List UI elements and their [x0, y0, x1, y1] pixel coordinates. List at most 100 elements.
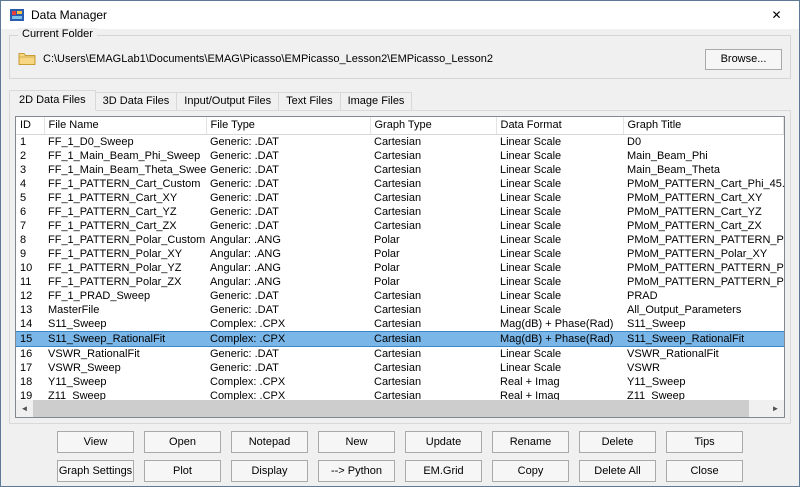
- table-cell: Cartesian: [370, 163, 496, 177]
- table-cell: Linear Scale: [496, 149, 623, 163]
- column-header-file-type[interactable]: File Type: [206, 117, 370, 134]
- scroll-left-arrow-icon[interactable]: ◄: [16, 400, 33, 417]
- em-grid-button[interactable]: EM.Grid: [405, 460, 482, 482]
- table-cell: 12: [16, 289, 44, 303]
- table-row[interactable]: 17VSWR_SweepGeneric: .DATCartesianLinear…: [16, 361, 784, 375]
- table-cell: FF_1_D0_Sweep: [44, 134, 206, 149]
- table-row[interactable]: 15S11_Sweep_RationalFitComplex: .CPXCart…: [16, 331, 784, 346]
- table-cell: Real + Imag: [496, 375, 623, 389]
- table-cell: Cartesian: [370, 219, 496, 233]
- table-row[interactable]: 6FF_1_PATTERN_Cart_YZGeneric: .DATCartes…: [16, 205, 784, 219]
- delete-all-button[interactable]: Delete All: [579, 460, 656, 482]
- table-cell: Generic: .DAT: [206, 134, 370, 149]
- table-cell: PMoM_PATTERN_Cart_ZX: [623, 219, 784, 233]
- graph-settings-button[interactable]: Graph Settings: [57, 460, 134, 482]
- table-cell: Main_Beam_Phi: [623, 149, 784, 163]
- table-row[interactable]: 2FF_1_Main_Beam_Phi_SweepGeneric: .DATCa…: [16, 149, 784, 163]
- column-header-id[interactable]: ID: [16, 117, 44, 134]
- table-cell: FF_1_PATTERN_Cart_YZ: [44, 205, 206, 219]
- update-button[interactable]: Update: [405, 431, 482, 453]
- table-row[interactable]: 19Z11_SweepComplex: .CPXCartesianReal + …: [16, 389, 784, 401]
- table-cell: 18: [16, 375, 44, 389]
- table-cell: Complex: .CPX: [206, 375, 370, 389]
- tab-image-files[interactable]: Image Files: [340, 92, 413, 110]
- tab-text-files[interactable]: Text Files: [278, 92, 340, 110]
- table-cell: 13: [16, 303, 44, 317]
- table-cell: Complex: .CPX: [206, 317, 370, 332]
- delete-button[interactable]: Delete: [579, 431, 656, 453]
- horizontal-scrollbar[interactable]: ◄ ►: [16, 400, 784, 417]
- table-cell: FF_1_Main_Beam_Theta_Sweep: [44, 163, 206, 177]
- open-button[interactable]: Open: [144, 431, 221, 453]
- table-cell: PMoM_PATTERN_PATTERN_Polar_: [623, 261, 784, 275]
- scroll-right-arrow-icon[interactable]: ►: [767, 400, 784, 417]
- table-cell: 16: [16, 346, 44, 361]
- table-row[interactable]: 3FF_1_Main_Beam_Theta_SweepGeneric: .DAT…: [16, 163, 784, 177]
- table-cell: FF_1_PATTERN_Cart_XY: [44, 191, 206, 205]
- close-button[interactable]: Close: [666, 460, 743, 482]
- display-button[interactable]: Display: [231, 460, 308, 482]
- table-row[interactable]: 12FF_1_PRAD_SweepGeneric: .DATCartesianL…: [16, 289, 784, 303]
- table-cell: Cartesian: [370, 346, 496, 361]
- table-cell: Linear Scale: [496, 233, 623, 247]
- table-cell: Linear Scale: [496, 163, 623, 177]
- table-cell: S11_Sweep_RationalFit: [623, 331, 784, 346]
- notepad-button[interactable]: Notepad: [231, 431, 308, 453]
- table-cell: Polar: [370, 261, 496, 275]
- table-row[interactable]: 4FF_1_PATTERN_Cart_CustomGeneric: .DATCa…: [16, 177, 784, 191]
- table-row[interactable]: 1FF_1_D0_SweepGeneric: .DATCartesianLine…: [16, 134, 784, 149]
- table-cell: S11_Sweep: [44, 317, 206, 332]
- table-cell: 4: [16, 177, 44, 191]
- tips-button[interactable]: Tips: [666, 431, 743, 453]
- table-cell: Cartesian: [370, 177, 496, 191]
- table-cell: 2: [16, 149, 44, 163]
- python-button[interactable]: --> Python: [318, 460, 395, 482]
- table-cell: S11_Sweep_RationalFit: [44, 331, 206, 346]
- table-cell: FF_1_Main_Beam_Phi_Sweep: [44, 149, 206, 163]
- rename-button[interactable]: Rename: [492, 431, 569, 453]
- table-row[interactable]: 8FF_1_PATTERN_Polar_CustomAngular: .ANGP…: [16, 233, 784, 247]
- table-row[interactable]: 16VSWR_RationalFitGeneric: .DATCartesian…: [16, 346, 784, 361]
- folder-row: C:\Users\EMAGLab1\Documents\EMAG\Picasso…: [10, 36, 790, 78]
- table-cell: Polar: [370, 233, 496, 247]
- copy-button[interactable]: Copy: [492, 460, 569, 482]
- tab-2d-data-files[interactable]: 2D Data Files: [9, 90, 96, 111]
- table-cell: Generic: .DAT: [206, 289, 370, 303]
- table-row[interactable]: 18Y11_SweepComplex: .CPXCartesianReal + …: [16, 375, 784, 389]
- table-cell: FF_1_PATTERN_Cart_Custom: [44, 177, 206, 191]
- table-row[interactable]: 9FF_1_PATTERN_Polar_XYAngular: .ANGPolar…: [16, 247, 784, 261]
- close-button[interactable]: ✕: [754, 1, 799, 29]
- table-row[interactable]: 14S11_SweepComplex: .CPXCartesianMag(dB)…: [16, 317, 784, 332]
- table-cell: Cartesian: [370, 149, 496, 163]
- table-cell: Cartesian: [370, 289, 496, 303]
- scrollbar-thumb[interactable]: [33, 400, 749, 417]
- column-header-file-name[interactable]: File Name: [44, 117, 206, 134]
- table-cell: Complex: .CPX: [206, 331, 370, 346]
- tab-input-output-files[interactable]: Input/Output Files: [176, 92, 279, 110]
- table-cell: 11: [16, 275, 44, 289]
- table-cell: Linear Scale: [496, 177, 623, 191]
- table-cell: Generic: .DAT: [206, 163, 370, 177]
- table-cell: Linear Scale: [496, 275, 623, 289]
- table-cell: Polar: [370, 275, 496, 289]
- table-row[interactable]: 10FF_1_PATTERN_Polar_YZAngular: .ANGPola…: [16, 261, 784, 275]
- table-cell: PMoM_PATTERN_Polar_XY: [623, 247, 784, 261]
- table-row[interactable]: 5FF_1_PATTERN_Cart_XYGeneric: .DATCartes…: [16, 191, 784, 205]
- column-header-graph-title[interactable]: Graph Title: [623, 117, 784, 134]
- table-cell: Generic: .DAT: [206, 177, 370, 191]
- table-row[interactable]: 7FF_1_PATTERN_Cart_ZXGeneric: .DATCartes…: [16, 219, 784, 233]
- table-row[interactable]: 13MasterFileGeneric: .DATCartesianLinear…: [16, 303, 784, 317]
- table-cell: 15: [16, 331, 44, 346]
- plot-button[interactable]: Plot: [144, 460, 221, 482]
- new-button[interactable]: New: [318, 431, 395, 453]
- column-header-graph-type[interactable]: Graph Type: [370, 117, 496, 134]
- table-body: 1FF_1_D0_SweepGeneric: .DATCartesianLine…: [16, 134, 784, 400]
- tab-3d-data-files[interactable]: 3D Data Files: [95, 92, 178, 110]
- table-cell: FF_1_PATTERN_Polar_Custom: [44, 233, 206, 247]
- table-cell: Linear Scale: [496, 361, 623, 375]
- table-row[interactable]: 11FF_1_PATTERN_Polar_ZXAngular: .ANGPola…: [16, 275, 784, 289]
- view-button[interactable]: View: [57, 431, 134, 453]
- column-header-data-format[interactable]: Data Format: [496, 117, 623, 134]
- browse-button[interactable]: Browse...: [705, 49, 782, 70]
- scrollbar-track[interactable]: [749, 400, 767, 417]
